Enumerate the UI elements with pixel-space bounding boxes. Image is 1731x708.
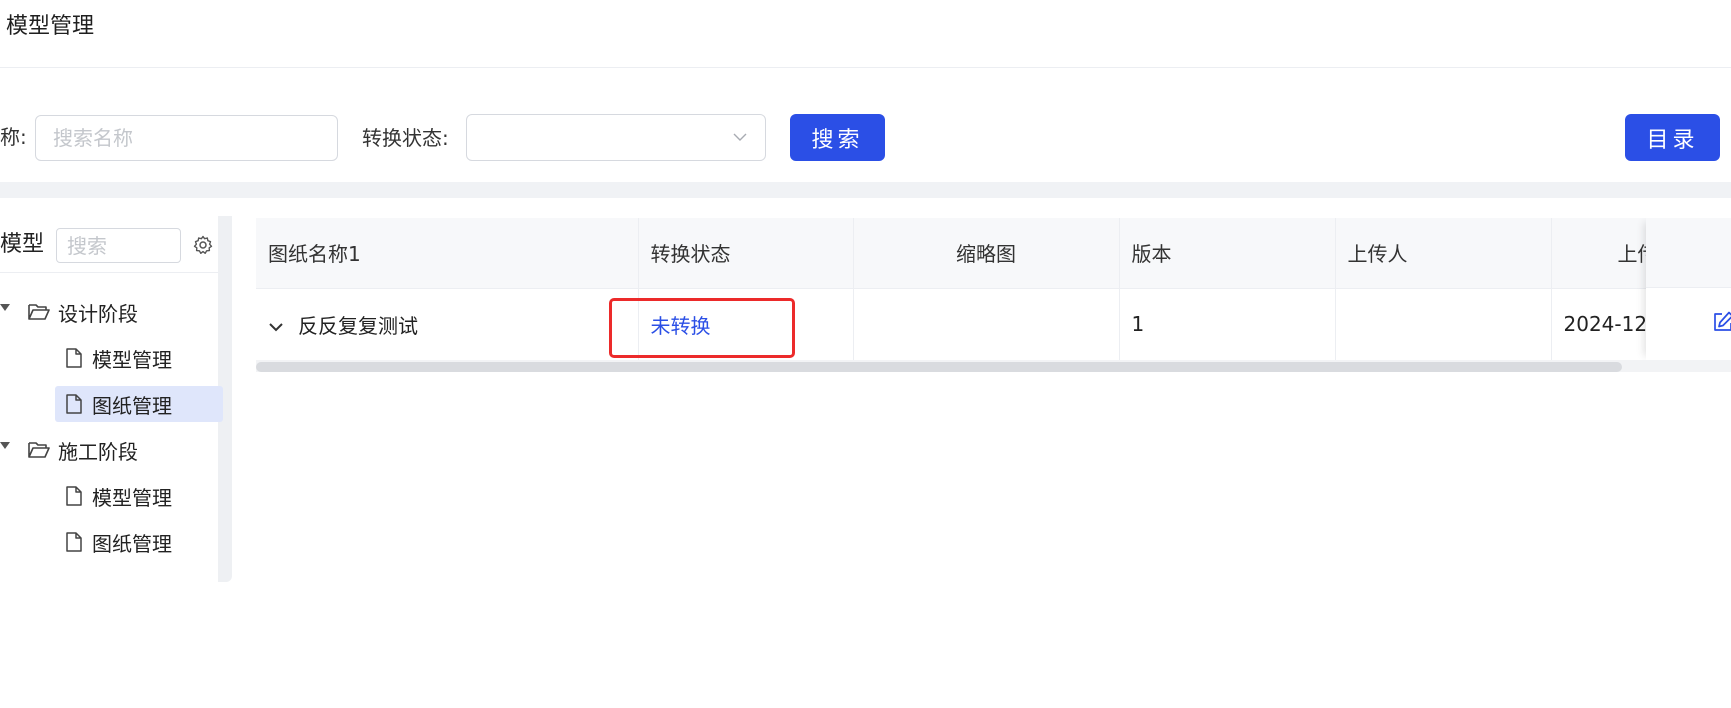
- tree-node-drawing-management[interactable]: 图纸管理: [55, 386, 223, 422]
- search-button[interactable]: 搜索: [790, 114, 885, 161]
- row-version: 1: [1119, 288, 1336, 360]
- chevron-down-icon[interactable]: [268, 322, 284, 332]
- row-thumbnail: [853, 288, 1120, 360]
- column-header-uploader[interactable]: 上传人: [1335, 218, 1552, 289]
- status-select[interactable]: [466, 114, 766, 161]
- tree-node-drawing-management[interactable]: 图纸管理: [64, 524, 172, 560]
- column-header-name[interactable]: 图纸名称1: [256, 218, 639, 289]
- section-divider: [0, 182, 1731, 198]
- horizontal-scrollbar-thumb[interactable]: [256, 362, 1622, 372]
- page-header: 模型管理: [0, 0, 1731, 68]
- row-uploader: [1335, 288, 1552, 360]
- file-icon: [66, 532, 82, 552]
- name-filter-label: 称:: [0, 125, 27, 149]
- table-header-row: 图纸名称1 转换状态 缩略图 版本 上传人 上传: [256, 218, 1731, 289]
- file-icon: [66, 394, 82, 414]
- column-header-status[interactable]: 转换状态: [638, 218, 854, 289]
- page-title: 模型管理: [6, 14, 95, 39]
- tree-node-label: 模型管理: [92, 485, 172, 510]
- fixed-action-column: [1646, 218, 1731, 360]
- column-header-version[interactable]: 版本: [1119, 218, 1336, 289]
- gear-icon[interactable]: [193, 235, 213, 255]
- file-icon: [66, 348, 82, 368]
- tree-node-construction-stage[interactable]: 施工阶段: [28, 432, 138, 468]
- column-header-thumbnail[interactable]: 缩略图: [853, 218, 1120, 289]
- status-link[interactable]: 未转换: [651, 314, 711, 338]
- name-search-input[interactable]: [36, 116, 337, 160]
- row-status-cell: 未转换: [638, 288, 854, 360]
- tree-divider: [0, 272, 218, 273]
- tree-node-label: 施工阶段: [58, 439, 138, 464]
- row-name-cell: 反反复复测试: [256, 288, 639, 360]
- tree-search-field[interactable]: [56, 228, 181, 263]
- filter-bar: 称: 转换状态: 搜索 目录: [0, 68, 1731, 182]
- tree-node-model-management[interactable]: 模型管理: [64, 478, 172, 514]
- tree-node-label: 图纸管理: [92, 531, 172, 556]
- tree-node-label: 图纸管理: [92, 393, 172, 418]
- row-name: 反反复复测试: [298, 313, 418, 338]
- tree-title: 模型: [0, 232, 45, 257]
- tree-node-design-stage[interactable]: 设计阶段: [28, 294, 138, 330]
- tree-node-label: 设计阶段: [58, 301, 138, 326]
- chevron-down-icon: [733, 133, 747, 141]
- caret-down-icon[interactable]: [0, 304, 10, 312]
- status-filter-label: 转换状态:: [362, 126, 449, 150]
- table-row: 反反复复测试 未转换 1 2024-12-: [256, 288, 1731, 360]
- tree-node-label: 模型管理: [92, 347, 172, 372]
- caret-down-icon[interactable]: [0, 442, 10, 450]
- file-icon: [66, 486, 82, 506]
- tree-node-model-management[interactable]: 模型管理: [64, 340, 172, 376]
- folder-open-icon: [28, 304, 50, 320]
- name-search-field[interactable]: [35, 115, 338, 161]
- edit-icon[interactable]: [1712, 311, 1731, 333]
- drawing-table: 图纸名称1 转换状态 缩略图 版本 上传人 上传 反反复复测试 未转换 1 20…: [256, 218, 1731, 378]
- action-column-header: [1646, 218, 1731, 288]
- folder-open-icon: [28, 442, 50, 458]
- catalog-button[interactable]: 目录: [1625, 114, 1720, 161]
- model-tree-panel: 模型 设计阶段 模型管理 图纸管理 施工阶段: [0, 216, 232, 582]
- tree-search-input[interactable]: [57, 229, 180, 262]
